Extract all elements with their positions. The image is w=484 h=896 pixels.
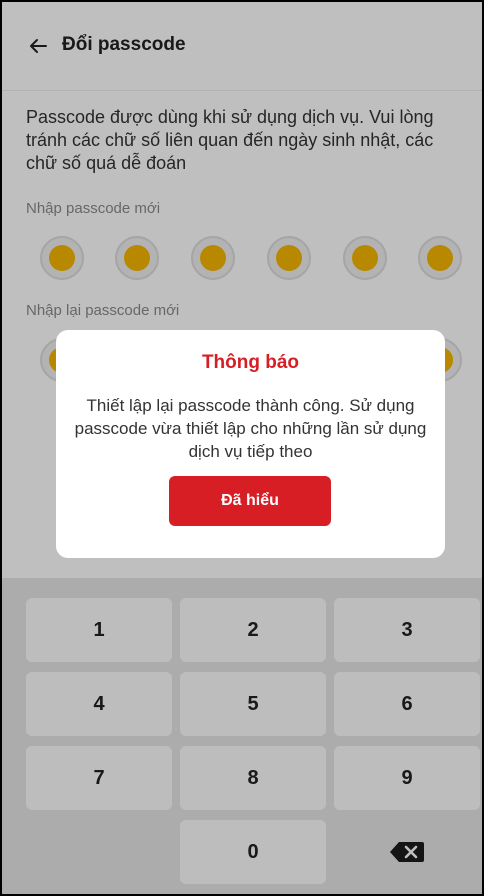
notification-dialog: Thông báo Thiết lập lại passcode thành c… xyxy=(56,330,445,558)
dialog-message: Thiết lập lại passcode thành công. Sử dụ… xyxy=(74,396,427,461)
change-passcode-screen: Đổi passcode Passcode được dùng khi sử d… xyxy=(2,2,482,894)
dialog-title: Thông báo xyxy=(201,352,300,373)
understood-button[interactable]: Đã hiểu xyxy=(169,476,331,526)
